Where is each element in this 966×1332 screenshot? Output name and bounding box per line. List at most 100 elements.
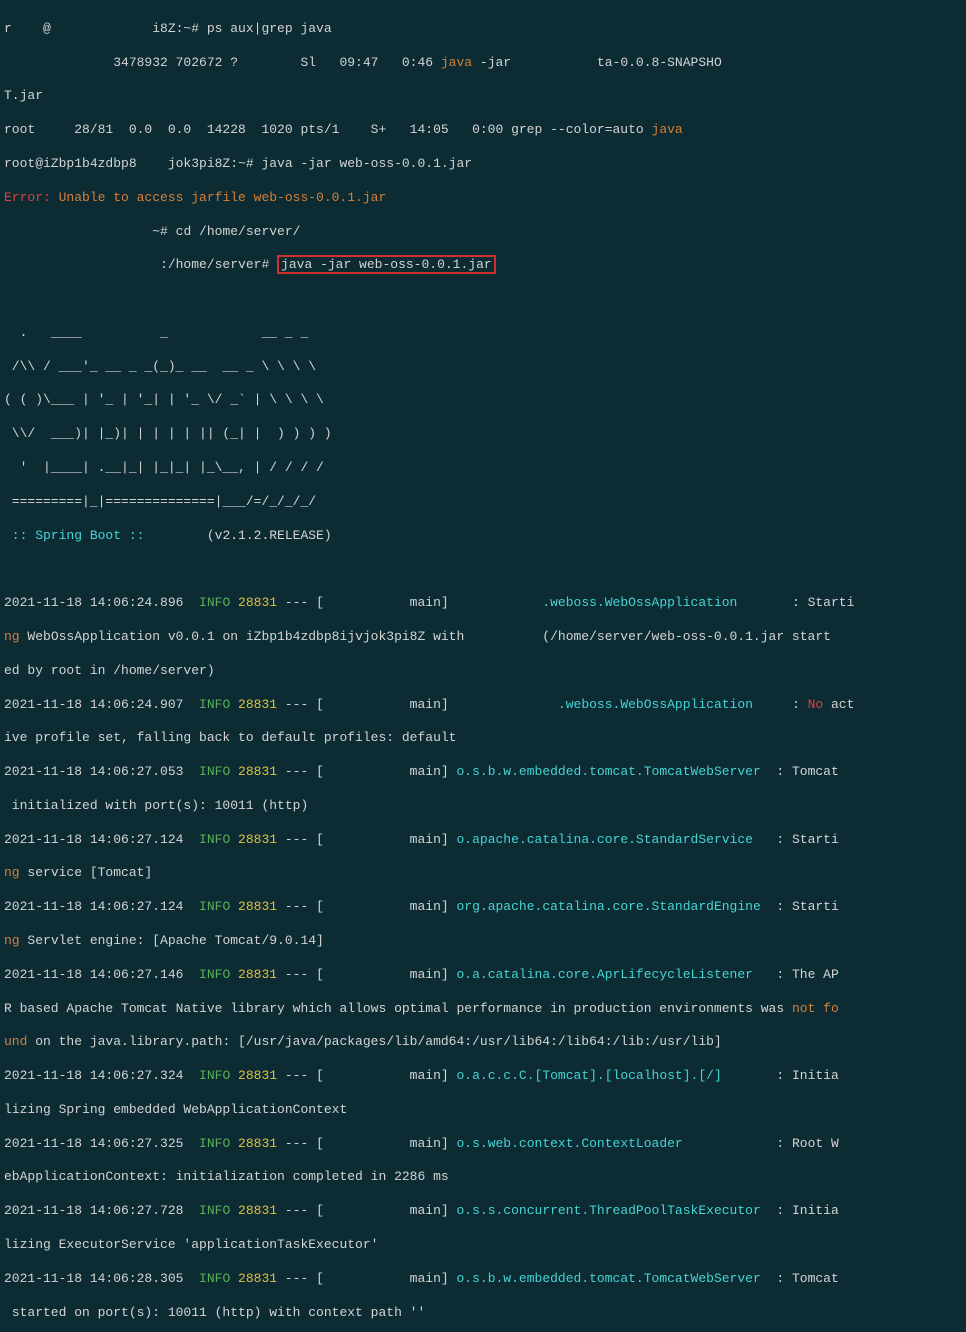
log-timestamp: 2021-11-18 14:06:27.324 xyxy=(4,1068,183,1083)
log-pid: 28831 xyxy=(238,967,277,982)
log-colon: : xyxy=(776,899,792,914)
log-level: INFO xyxy=(183,697,238,712)
prompt-text: :/home/server# xyxy=(4,257,277,272)
spring-boot-label: :: Spring Boot :: xyxy=(4,528,152,543)
log-pid: 28831 xyxy=(238,1203,277,1218)
log-rest: Initia xyxy=(792,1068,839,1083)
cd-command: cd /home/server/ xyxy=(176,224,301,239)
log-logger: o.a.catalina.core.AprLifecycleListener xyxy=(457,967,777,982)
blurred-text xyxy=(519,55,597,70)
log-logger: o.apache.catalina.core.StandardService xyxy=(457,832,777,847)
log-sep: --- [ main] xyxy=(277,1203,456,1218)
spring-banner-line: =========|_|==============|___/=/_/_/_/ xyxy=(4,494,962,511)
prompt-text: r @ i8Z:~# xyxy=(4,21,207,36)
log-timestamp: 2021-11-18 14:06:27.124 xyxy=(4,832,183,847)
log-logger: o.s.b.w.embedded.tomcat.TomcatWebServer xyxy=(457,1271,777,1286)
log-timestamp: 2021-11-18 14:06:27.325 xyxy=(4,1136,183,1151)
log-timestamp: 2021-11-18 14:06:27.728 xyxy=(4,1203,183,1218)
log-sep: --- [ main] xyxy=(277,899,456,914)
prompt-text: ~# xyxy=(4,224,176,239)
log-cont: ebApplicationContext: initialization com… xyxy=(4,1169,962,1186)
spring-boot-version: (v2.1.2.RELEASE) xyxy=(152,528,331,543)
log-cont: ive profile set, falling back to default… xyxy=(4,730,962,747)
log-colon: : xyxy=(776,1203,792,1218)
log-msg: No xyxy=(808,697,824,712)
log-timestamp: 2021-11-18 14:06:27.124 xyxy=(4,899,183,914)
log-cont: ed by root in /home/server) xyxy=(4,663,962,680)
command-text: ps aux|grep java xyxy=(207,21,332,36)
highlighted-command: java -jar web-oss-0.0.1.jar xyxy=(277,255,496,274)
log-colon: : xyxy=(776,1136,792,1151)
log-colon: : xyxy=(776,967,792,982)
log-logger: o.s.s.concurrent.ThreadPoolTaskExecutor xyxy=(457,1203,777,1218)
log-rest: WebOssApplication v0.0.1 on iZbp1b4zdbp8… xyxy=(20,629,831,644)
jar-flag: -jar xyxy=(472,55,519,70)
jar-name: T.jar xyxy=(4,88,962,105)
log-level: INFO xyxy=(183,1068,238,1083)
terminal-output[interactable]: r @ i8Z:~# ps aux|grep java 3478932 7026… xyxy=(0,0,966,1332)
log-rest: act xyxy=(823,697,854,712)
log-rest: Servlet engine: [Apache Tomcat/9.0.14] xyxy=(20,933,324,948)
log-level: INFO xyxy=(183,1136,238,1151)
log-cont: ng xyxy=(4,865,20,880)
log-colon: : xyxy=(792,697,808,712)
log-colon: : xyxy=(776,1271,792,1286)
log-colon: : xyxy=(776,1068,792,1083)
java-keyword: java xyxy=(652,122,683,137)
log-timestamp: 2021-11-18 14:06:28.305 xyxy=(4,1271,183,1286)
log-pid: 28831 xyxy=(238,1136,277,1151)
log-rest: service [Tomcat] xyxy=(20,865,153,880)
log-rest: Root W xyxy=(792,1136,839,1151)
log-level: INFO xyxy=(183,764,238,779)
log-logger: o.s.b.w.embedded.tomcat.TomcatWebServer xyxy=(457,764,777,779)
log-colon: : xyxy=(792,595,808,610)
log-sep: --- [ main] xyxy=(277,595,456,610)
process-info: root 28/81 0.0 0.0 14228 1020 pts/1 S+ 1… xyxy=(4,122,652,137)
error-message: Unable to access jarfile web-oss-0.0.1.j… xyxy=(51,190,386,205)
log-msg: Starti xyxy=(808,595,855,610)
log-timestamp: 2021-11-18 14:06:24.896 xyxy=(4,595,183,610)
log-sep: --- [ main] xyxy=(277,697,456,712)
log-level: INFO xyxy=(183,899,238,914)
log-pid: 28831 xyxy=(238,832,277,847)
log-sep: --- [ main] xyxy=(277,832,456,847)
log-sep: --- [ main] xyxy=(277,1136,456,1151)
jar-suffix: ta-0.0.8-SNAPSHO xyxy=(597,55,722,70)
log-colon: : xyxy=(776,832,792,847)
log-cont: lizing ExecutorService 'applicationTaskE… xyxy=(4,1237,962,1254)
log-cont: R based Apache Tomcat Native library whi… xyxy=(4,1001,792,1016)
log-notfo: not fo xyxy=(792,1001,839,1016)
prompt-line: root@iZbp1b4zdbp8 jok3pi8Z:~# java -jar … xyxy=(4,156,962,173)
log-pid: 28831 xyxy=(238,595,277,610)
spring-banner-line: . ____ _ __ _ _ xyxy=(4,325,962,342)
log-cont: lizing Spring embedded WebApplicationCon… xyxy=(4,1102,962,1119)
log-sep: --- [ main] xyxy=(277,1271,456,1286)
log-timestamp: 2021-11-18 14:06:27.146 xyxy=(4,967,183,982)
log-sep: --- [ main] xyxy=(277,1068,456,1083)
error-label: Error: xyxy=(4,190,51,205)
log-sep: --- [ main] xyxy=(277,967,456,982)
log-pid: 28831 xyxy=(238,764,277,779)
log-rest: The AP xyxy=(792,967,839,982)
log-logger: org.apache.catalina.core.StandardEngine xyxy=(457,899,777,914)
log-logger: o.a.c.c.C.[Tomcat].[localhost].[/] xyxy=(457,1068,777,1083)
log-level: INFO xyxy=(183,967,238,982)
log-sep: --- [ main] xyxy=(277,764,456,779)
log-level: INFO xyxy=(183,832,238,847)
log-level: INFO xyxy=(183,1271,238,1286)
log-msg: Starti xyxy=(792,832,839,847)
log-cont: ng xyxy=(4,629,20,644)
log-cont: und xyxy=(4,1034,27,1049)
log-logger: .weboss.WebOssApplication xyxy=(457,595,792,610)
process-info: 3478932 702672 ? Sl 09:47 0:46 xyxy=(4,55,441,70)
log-pid: 28831 xyxy=(238,899,277,914)
java-keyword: java xyxy=(441,55,472,70)
log-level: INFO xyxy=(183,1203,238,1218)
log-colon: : xyxy=(776,764,792,779)
spring-banner-line: /\\ / ___'_ __ _ _(_)_ __ __ _ \ \ \ \ xyxy=(4,359,962,376)
spring-banner-line: ( ( )\___ | '_ | '_| | '_ \/ _` | \ \ \ … xyxy=(4,392,962,409)
log-timestamp: 2021-11-18 14:06:27.053 xyxy=(4,764,183,779)
log-cont: ng xyxy=(4,933,20,948)
log-pid: 28831 xyxy=(238,1068,277,1083)
spring-banner-line: ' |____| .__|_| |_|_| |_\__, | / / / / xyxy=(4,460,962,477)
